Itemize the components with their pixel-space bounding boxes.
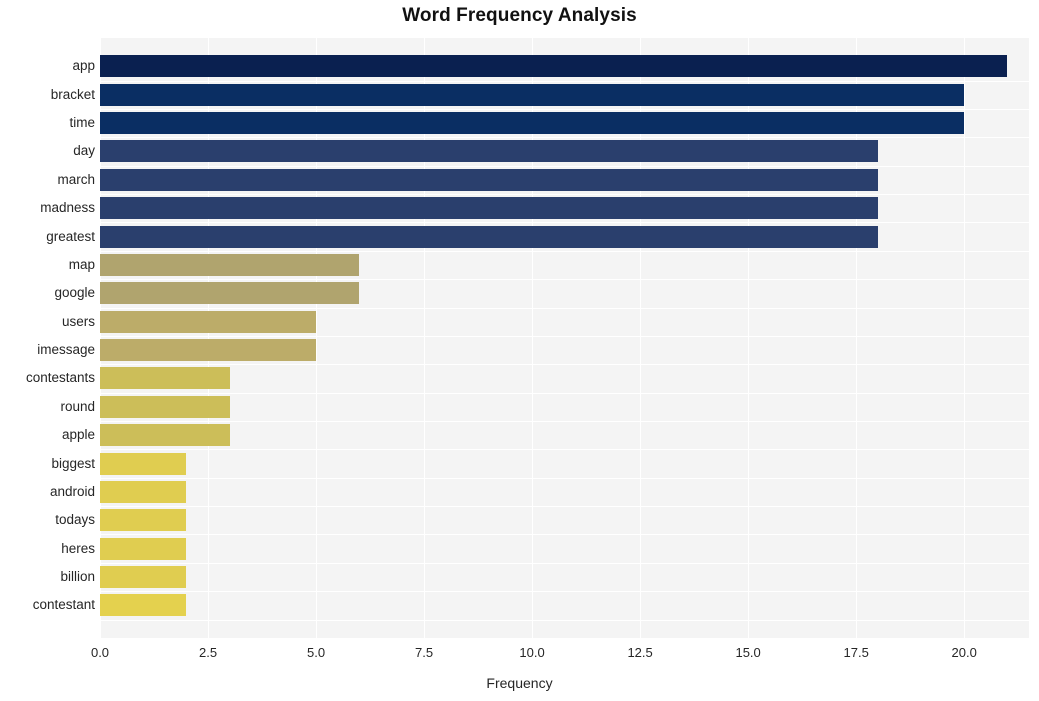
x-tick-label-10.0: 10.0 <box>519 645 545 660</box>
bar-contestant[interactable] <box>100 594 186 616</box>
y-gridline <box>100 81 1029 82</box>
y-gridline <box>100 506 1029 507</box>
y-tick-label-users: users <box>61 314 95 329</box>
y-axis-labels: app bracket time day march madness greatest map… <box>0 38 95 638</box>
bar-billion[interactable] <box>100 566 186 588</box>
y-tick-label-apple: apple <box>61 427 95 442</box>
y-tick-label-day: day <box>73 143 95 158</box>
x-tick-label-17.5: 17.5 <box>843 645 869 660</box>
bar-app[interactable] <box>100 55 1007 77</box>
x-tick-label-2.5: 2.5 <box>198 645 218 660</box>
y-tick-label-google: google <box>54 285 95 300</box>
y-tick-label-android: android <box>49 484 95 499</box>
x-tick-label-7.5: 7.5 <box>415 645 434 660</box>
y-gridline <box>100 336 1029 337</box>
bar-day[interactable] <box>100 140 878 162</box>
bar-time[interactable] <box>100 112 964 134</box>
bar-users[interactable] <box>100 311 316 333</box>
y-gridline <box>100 109 1029 110</box>
bar-imessage[interactable] <box>100 339 316 361</box>
bar-android[interactable] <box>100 481 186 503</box>
bar-todays[interactable] <box>100 509 186 531</box>
bar-biggest[interactable] <box>100 453 186 475</box>
y-gridline <box>100 222 1029 223</box>
x-tick-label-12.5: 12.5 <box>627 645 653 660</box>
chart-title: Word Frequency Analysis <box>402 5 637 26</box>
y-tick-label-time: time <box>69 115 95 130</box>
word-frequency-chart: Word Frequency Analysis app bracket time da… <box>0 0 1039 701</box>
y-tick-label-imessage: imessage <box>37 342 95 357</box>
y-tick-label-madness: madness <box>40 200 95 215</box>
y-tick-label-greatest: greatest <box>46 229 95 244</box>
y-tick-label-heres: heres <box>61 541 95 556</box>
y-gridline <box>100 591 1029 592</box>
bar-contestants[interactable] <box>100 367 230 389</box>
y-gridline <box>100 563 1029 564</box>
bar-google[interactable] <box>100 282 359 304</box>
y-gridline <box>100 166 1029 167</box>
bar-march[interactable] <box>100 169 878 191</box>
x-gridline <box>964 38 966 638</box>
y-gridline <box>100 194 1029 195</box>
bar-map[interactable] <box>100 254 359 276</box>
bar-heres[interactable] <box>100 538 186 560</box>
y-tick-label-biggest: biggest <box>51 456 95 471</box>
y-tick-label-contestant: contestant <box>32 597 95 612</box>
bar-apple[interactable] <box>100 424 230 446</box>
y-tick-label-todays: todays <box>55 512 95 527</box>
bar-bracket[interactable] <box>100 84 964 106</box>
y-tick-label-billion: billion <box>60 569 95 584</box>
y-gridline <box>100 308 1029 309</box>
x-axis-tick-labels: 0.0 2.5 5.0 7.5 10.0 12.5 15.0 17.5 20.0 <box>0 645 1039 665</box>
y-gridline <box>100 620 1029 621</box>
bar-greatest[interactable] <box>100 226 878 248</box>
y-tick-label-round: round <box>60 399 95 414</box>
y-gridline <box>100 421 1029 422</box>
y-gridline <box>100 534 1029 535</box>
y-tick-label-app: app <box>72 58 95 73</box>
y-gridline <box>100 364 1029 365</box>
y-gridline <box>100 251 1029 252</box>
y-gridline <box>100 478 1029 479</box>
y-tick-label-march: march <box>57 172 95 187</box>
plot-area <box>100 38 1029 638</box>
y-gridline <box>100 137 1029 138</box>
x-tick-label-5.0: 5.0 <box>306 645 326 660</box>
y-gridline <box>100 449 1029 450</box>
y-gridline <box>100 279 1029 280</box>
bar-madness[interactable] <box>100 197 878 219</box>
y-gridline <box>100 393 1029 394</box>
x-tick-label-20.0: 20.0 <box>951 645 977 660</box>
x-tick-label-0.0: 0.0 <box>90 645 110 660</box>
y-tick-label-bracket: bracket <box>50 87 95 102</box>
bar-round[interactable] <box>100 396 230 418</box>
y-tick-label-contestants: contestants <box>25 370 95 385</box>
x-axis-title: Frequency <box>486 675 553 691</box>
x-tick-label-15.0: 15.0 <box>735 645 761 660</box>
y-tick-label-map: map <box>68 257 95 272</box>
